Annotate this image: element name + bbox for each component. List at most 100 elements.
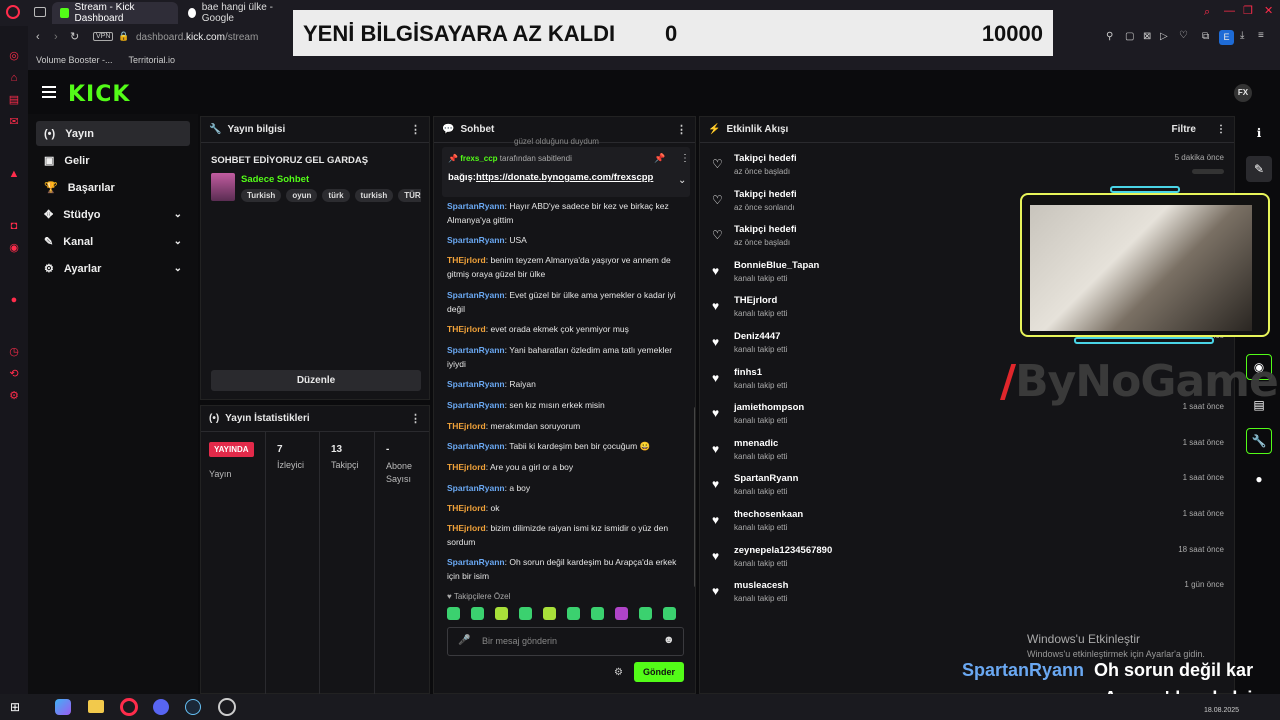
extensions-side-icon[interactable]: ⟲	[8, 368, 20, 380]
twitch-icon[interactable]: ◘	[8, 220, 20, 232]
emote-icon[interactable]	[495, 607, 508, 620]
activity-name[interactable]: BonnieBlue_Tapan	[734, 260, 819, 271]
more-options-icon[interactable]: ⋮	[1216, 124, 1226, 135]
tag-chip[interactable]: Turkish	[241, 189, 282, 202]
bookmark-territorial[interactable]: Territorial.io	[129, 55, 176, 65]
activity-name[interactable]: musleacesh	[734, 580, 788, 591]
discord-icon[interactable]: ◉	[8, 242, 20, 254]
more-options-icon[interactable]: ⋮	[410, 123, 421, 136]
download-icon[interactable]: ⤓	[1240, 30, 1244, 41]
send-button[interactable]: Gönder	[634, 662, 684, 682]
emote-icon[interactable]	[591, 607, 604, 620]
chat-username[interactable]: THEjrlord	[447, 462, 486, 472]
chat-username[interactable]: SpartanRyann	[447, 400, 505, 410]
activity-name[interactable]: mnenadic	[734, 438, 778, 449]
reload-icon[interactable]: ↻	[70, 30, 79, 43]
url-field[interactable]: dashboard.kick.com/stream	[136, 32, 258, 43]
messenger-icon[interactable]: ◎	[8, 50, 20, 62]
pencil-icon[interactable]: ✎	[1246, 156, 1272, 182]
activity-name[interactable]: zeynepela1234567890	[734, 545, 832, 556]
tag-chip[interactable]: TÜRK	[398, 189, 421, 202]
chat-username[interactable]: THEjrlord	[447, 324, 486, 334]
heart-icon[interactable]: ♡	[1179, 30, 1188, 41]
nav-item-channel[interactable]: ✎ Kanal ⌄	[36, 229, 190, 254]
chat-input[interactable]: 🎤 Bir mesaj gönderin ☻	[447, 627, 684, 656]
minimize-icon[interactable]: —	[1224, 5, 1235, 17]
chat-username[interactable]: THEjrlord	[447, 523, 486, 533]
forward-icon[interactable]: ›	[54, 31, 58, 43]
nav-item-settings[interactable]: ⚙ Ayarlar ⌄	[36, 256, 190, 281]
copilot-icon[interactable]	[55, 699, 71, 715]
more-options-icon[interactable]: ⋮	[676, 123, 687, 136]
steam-icon[interactable]	[185, 699, 201, 715]
windows-start-icon[interactable]: ⊞	[10, 700, 20, 714]
play-icon[interactable]: ▷	[1160, 31, 1168, 42]
bookmark-icon[interactable]: ⊠	[1143, 31, 1151, 42]
emote-icon[interactable]	[471, 607, 484, 620]
pin-icon[interactable]: ⚲	[1106, 31, 1113, 42]
tag-chip[interactable]: türk	[322, 189, 350, 202]
more-options-icon[interactable]: ⋮	[680, 153, 690, 164]
tab-google-search[interactable]: bae hangi ülke - Google	[180, 2, 292, 24]
news-icon[interactable]: ▤	[8, 94, 20, 106]
more-options-icon[interactable]: ⋮	[410, 412, 421, 425]
kick-logo[interactable]: KICK	[68, 82, 130, 107]
menu-icon[interactable]: ≡	[1258, 30, 1264, 41]
hamburger-menu-icon[interactable]	[42, 86, 56, 98]
shopping-icon[interactable]: ⌂	[8, 72, 20, 84]
emote-icon[interactable]	[663, 607, 676, 620]
chat-username[interactable]: SpartanRyann	[447, 201, 505, 211]
profile-avatar[interactable]: E	[1219, 30, 1234, 45]
emote-icon[interactable]	[615, 607, 628, 620]
activity-name[interactable]: Takipçi hedefi	[734, 224, 797, 235]
opera-logo-icon[interactable]	[6, 5, 20, 19]
extensions-icon[interactable]: ⧉	[1202, 31, 1209, 42]
filter-button[interactable]: Filtre	[1172, 124, 1196, 135]
chat-username[interactable]: THEjrlord	[447, 503, 486, 513]
activity-name[interactable]: thechosenkaan	[734, 509, 803, 520]
aria-icon[interactable]: ▲	[8, 168, 20, 180]
edit-button[interactable]: Düzenle	[211, 370, 421, 391]
search-icon[interactable]: ⌕	[1204, 6, 1210, 19]
emote-icon[interactable]	[567, 607, 580, 620]
users-icon[interactable]: ●	[1246, 466, 1272, 492]
record-icon[interactable]: ●	[8, 294, 20, 306]
mail-icon[interactable]: ✉	[8, 116, 20, 128]
tag-chip[interactable]: oyun	[286, 189, 318, 202]
chat-username[interactable]: SpartanRyann	[447, 235, 505, 245]
chevron-down-icon[interactable]: ⌄	[678, 175, 686, 186]
settings-icon[interactable]: ⚙	[8, 390, 20, 402]
activity-name[interactable]: SpartanRyann	[734, 473, 798, 484]
nav-item-revenue[interactable]: ▣ Gelir	[36, 148, 190, 173]
activity-name[interactable]: THEjrlord	[734, 295, 777, 306]
wrench-icon[interactable]: 🔧	[1246, 428, 1272, 454]
unpin-icon[interactable]: 📌	[654, 153, 665, 164]
back-icon[interactable]: ‹	[36, 31, 40, 43]
file-explorer-icon[interactable]	[88, 700, 104, 713]
donation-link[interactable]: https://donate.bynogame.com/frexscpp	[476, 172, 653, 183]
emote-icon[interactable]	[519, 607, 532, 620]
chat-username[interactable]: SpartanRyann	[447, 345, 505, 355]
chat-username[interactable]: SpartanRyann	[447, 379, 505, 389]
obs-icon[interactable]	[218, 698, 236, 716]
user-avatar[interactable]: FX	[1234, 84, 1252, 102]
chat-settings-icon[interactable]: ⚙	[614, 667, 623, 678]
emote-icon[interactable]	[447, 607, 460, 620]
tab-overview-icon[interactable]	[34, 7, 46, 17]
chat-username[interactable]: SpartanRyann	[447, 441, 505, 451]
activity-name[interactable]: Takipçi hedefi	[734, 189, 797, 200]
emote-icon[interactable]	[639, 607, 652, 620]
emote-icon[interactable]	[543, 607, 556, 620]
nav-item-studio[interactable]: ✥ Stüdyo ⌄	[36, 202, 190, 227]
tag-chip[interactable]: turkish	[354, 189, 394, 202]
bookmark-volume-booster[interactable]: Volume Booster -...	[36, 55, 113, 65]
chat-username[interactable]: SpartanRyann	[447, 483, 505, 493]
microphone-icon[interactable]: 🎤	[458, 635, 470, 646]
activity-name[interactable]: finhs1	[734, 367, 762, 378]
chat-username[interactable]: SpartanRyann	[447, 290, 505, 300]
activity-name[interactable]: Deniz4447	[734, 331, 780, 342]
info-icon[interactable]: ℹ	[1246, 120, 1272, 146]
snapshot-icon[interactable]: ▢	[1125, 31, 1134, 42]
emoji-icon[interactable]: ☻	[663, 634, 675, 646]
chat-scrollbar[interactable]	[694, 407, 695, 587]
